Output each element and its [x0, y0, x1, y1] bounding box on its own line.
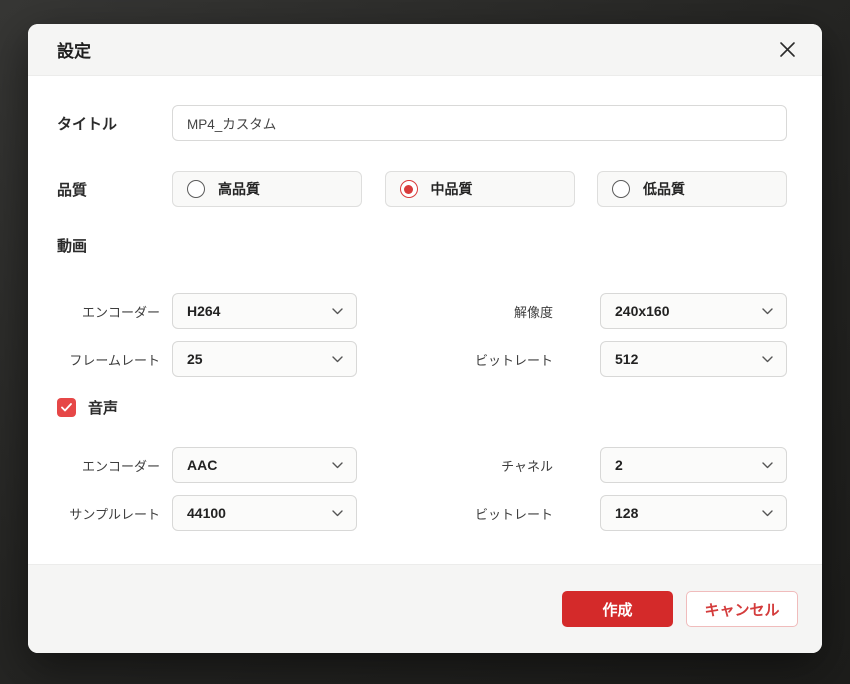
video-row-1: エンコーダー H264 解像度 240x160 — [57, 293, 787, 329]
chevron-down-icon — [762, 308, 773, 315]
select-value: 25 — [187, 351, 203, 367]
select-value: 128 — [615, 505, 638, 521]
quality-label: 品質 — [57, 179, 172, 200]
audio-encoder-label: エンコーダー — [57, 456, 160, 475]
video-resolution-label: 解像度 — [357, 302, 553, 321]
audio-toggle-row: 音声 — [57, 397, 787, 417]
settings-dialog: 設定 タイトル 品質 高品質 中品質 — [28, 24, 822, 653]
video-encoder-select[interactable]: H264 — [172, 293, 357, 329]
select-value: 512 — [615, 351, 638, 367]
quality-row: 品質 高品質 中品質 低品質 — [57, 171, 787, 207]
dialog-title: 設定 — [57, 37, 91, 62]
chevron-down-icon — [332, 308, 343, 315]
title-label: タイトル — [57, 113, 172, 134]
video-section-label: 動画 — [57, 237, 787, 257]
close-icon — [779, 41, 796, 58]
cancel-button[interactable]: キャンセル — [686, 591, 798, 627]
audio-channel-label: チャネル — [357, 456, 553, 475]
title-input[interactable] — [172, 105, 787, 141]
audio-bitrate-select[interactable]: 128 — [600, 495, 787, 531]
title-row: タイトル — [57, 105, 787, 141]
select-value: H264 — [187, 303, 220, 319]
audio-checkbox[interactable] — [57, 398, 76, 417]
quality-option-medium[interactable]: 中品質 — [385, 171, 575, 207]
audio-encoder-select[interactable]: AAC — [172, 447, 357, 483]
quality-radio-group: 高品質 中品質 低品質 — [172, 171, 787, 207]
video-framerate-label: フレームレート — [57, 350, 160, 369]
audio-section-label: 音声 — [88, 397, 118, 418]
quality-option-high[interactable]: 高品質 — [172, 171, 362, 207]
chevron-down-icon — [762, 510, 773, 517]
select-value: AAC — [187, 457, 217, 473]
quality-option-low[interactable]: 低品質 — [597, 171, 787, 207]
audio-row-1: エンコーダー AAC チャネル 2 — [57, 447, 787, 483]
radio-unselected-icon — [187, 180, 205, 198]
radio-selected-icon — [400, 180, 418, 198]
select-value: 2 — [615, 457, 623, 473]
video-encoder-label: エンコーダー — [57, 302, 160, 321]
video-framerate-select[interactable]: 25 — [172, 341, 357, 377]
select-value: 240x160 — [615, 303, 670, 319]
close-button[interactable] — [775, 37, 800, 62]
create-button[interactable]: 作成 — [562, 591, 673, 627]
chevron-down-icon — [762, 356, 773, 363]
chevron-down-icon — [332, 462, 343, 469]
audio-row-2: サンプルレート 44100 ビットレート 128 — [57, 495, 787, 531]
video-bitrate-select[interactable]: 512 — [600, 341, 787, 377]
chevron-down-icon — [332, 356, 343, 363]
radio-unselected-icon — [612, 180, 630, 198]
dialog-footer: 作成 キャンセル — [28, 564, 822, 653]
chevron-down-icon — [332, 510, 343, 517]
audio-samplerate-label: サンプルレート — [57, 504, 160, 523]
audio-channel-select[interactable]: 2 — [600, 447, 787, 483]
video-resolution-select[interactable]: 240x160 — [600, 293, 787, 329]
select-value: 44100 — [187, 505, 226, 521]
check-icon — [61, 403, 72, 412]
quality-option-label: 低品質 — [643, 179, 685, 199]
dialog-header: 設定 — [28, 24, 822, 76]
video-row-2: フレームレート 25 ビットレート 512 — [57, 341, 787, 377]
dialog-body: タイトル 品質 高品質 中品質 低品質 動画 — [28, 76, 822, 564]
chevron-down-icon — [762, 462, 773, 469]
app-background: { "dialog": { "title": "設定" }, "form": {… — [0, 0, 850, 684]
quality-option-label: 高品質 — [218, 179, 260, 199]
video-bitrate-label: ビットレート — [357, 350, 553, 369]
quality-option-label: 中品質 — [431, 179, 473, 199]
audio-samplerate-select[interactable]: 44100 — [172, 495, 357, 531]
audio-bitrate-label: ビットレート — [357, 504, 553, 523]
